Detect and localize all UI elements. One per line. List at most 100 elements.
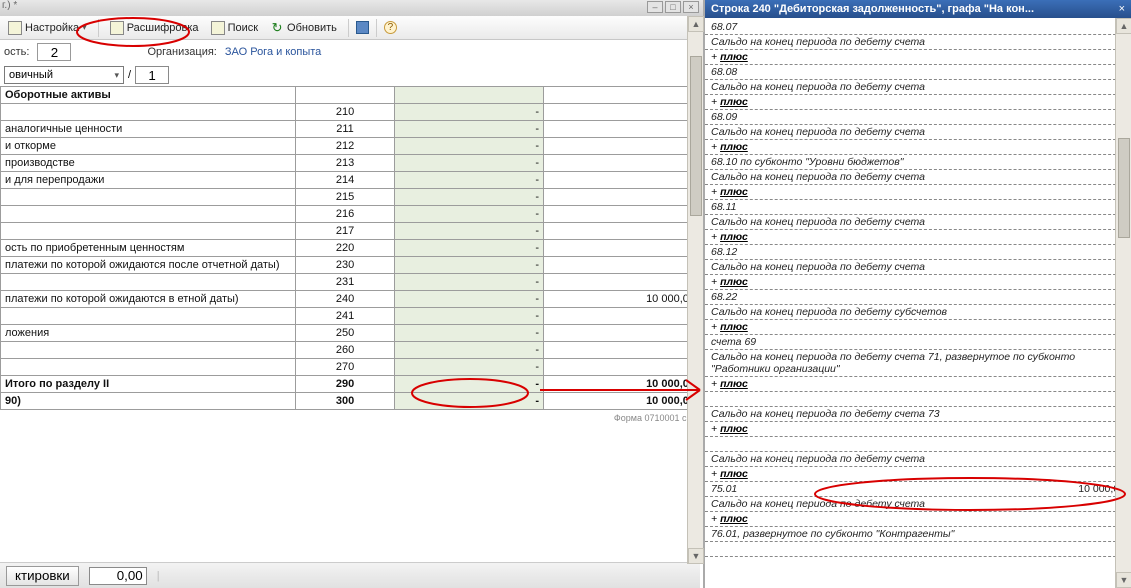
blue-tool-icon[interactable]: [356, 21, 369, 34]
row-value-1[interactable]: -: [395, 342, 544, 359]
toolbar-decode-label: Расшифровка: [127, 22, 199, 34]
row-value-2[interactable]: -: [544, 189, 700, 206]
row-value-1[interactable]: -: [395, 308, 544, 325]
org-link[interactable]: ЗАО Рога и копыта: [225, 46, 321, 58]
right-close-icon[interactable]: ×: [1119, 3, 1125, 15]
row-value-2[interactable]: -: [544, 121, 700, 138]
detail-list[interactable]: 68.070 Сальдо на конец периода по дебету …: [705, 18, 1131, 557]
table-row[interactable]: Итого по разделу II290-10 000,00: [1, 376, 700, 393]
settings-icon: [8, 21, 22, 35]
minimize-button[interactable]: –: [647, 1, 663, 13]
scroll-up-icon[interactable]: ▲: [1116, 18, 1131, 34]
row-value-1[interactable]: -: [395, 121, 544, 138]
account-row[interactable]: 68.070: [705, 20, 1131, 35]
table-row[interactable]: платежи по которой ожидаются в етной дат…: [1, 291, 700, 308]
row-value-2[interactable]: -: [544, 257, 700, 274]
table-row[interactable]: производстве213--: [1, 155, 700, 172]
row-value-1[interactable]: -: [395, 155, 544, 172]
row-value-2[interactable]: -: [544, 104, 700, 121]
table-row[interactable]: 90)300-10 000,00: [1, 393, 700, 410]
table-row[interactable]: ость по приобретенным ценностям220--: [1, 240, 700, 257]
table-row[interactable]: 231--: [1, 274, 700, 291]
row-name: и откорме: [1, 138, 296, 155]
scroll-thumb[interactable]: [1118, 138, 1130, 238]
row-value-2[interactable]: -: [544, 359, 700, 376]
row-name: [1, 189, 296, 206]
account-row[interactable]: 68.090: [705, 110, 1131, 125]
table-row[interactable]: 216--: [1, 206, 700, 223]
scroll-down-icon[interactable]: ▼: [1116, 572, 1131, 588]
plus-row: + плюс: [705, 50, 1131, 65]
toolbar-decode[interactable]: Расшифровка: [106, 19, 203, 37]
left-scrollbar[interactable]: ▲ ▼: [687, 16, 703, 564]
row-value-2[interactable]: -: [544, 155, 700, 172]
row-value-2[interactable]: -: [544, 274, 700, 291]
page-spin[interactable]: [135, 66, 169, 84]
desc-row: Сальдо на конец периода по дебету счета: [705, 260, 1131, 275]
table-row[interactable]: 210--: [1, 104, 700, 121]
table-row[interactable]: 215--: [1, 189, 700, 206]
period-combo[interactable]: овичный ▾: [4, 66, 124, 84]
bottom-value[interactable]: [89, 567, 147, 585]
desc-row: Сальдо на конец периода по дебету счета …: [705, 407, 1131, 422]
table-row[interactable]: и откорме212--: [1, 138, 700, 155]
edit-button[interactable]: ктировки: [6, 566, 79, 586]
row-value-2[interactable]: 10 000,00: [544, 393, 700, 410]
row-value-1[interactable]: -: [395, 359, 544, 376]
close-button[interactable]: ×: [683, 1, 699, 13]
account-row[interactable]: 68.120: [705, 245, 1131, 260]
right-scrollbar[interactable]: ▲ ▼: [1115, 18, 1131, 588]
row-value-1[interactable]: -: [395, 104, 544, 121]
account-row[interactable]: счета 690: [705, 335, 1131, 350]
row-value-1[interactable]: -: [395, 393, 544, 410]
table-row[interactable]: платежи по которой ожидаются после отчет…: [1, 257, 700, 274]
toolbar-search[interactable]: Поиск: [207, 19, 262, 37]
row-value-1[interactable]: -: [395, 172, 544, 189]
scroll-thumb[interactable]: [690, 56, 702, 216]
account-row[interactable]: 75.0110 000,00: [705, 482, 1131, 497]
row-value-2[interactable]: -: [544, 223, 700, 240]
row-value-2[interactable]: -: [544, 172, 700, 189]
toolbar-settings[interactable]: Настройка ▾: [4, 19, 91, 37]
table-row[interactable]: ложения250--: [1, 325, 700, 342]
row-value-2[interactable]: -: [544, 206, 700, 223]
row-value-2[interactable]: 10 000,00: [544, 376, 700, 393]
row-value-1[interactable]: -: [395, 325, 544, 342]
row-value-1[interactable]: -: [395, 376, 544, 393]
row-value-2[interactable]: 10 000,00: [544, 291, 700, 308]
scroll-up-icon[interactable]: ▲: [688, 16, 704, 32]
row-value-2[interactable]: -: [544, 138, 700, 155]
row-value-2[interactable]: -: [544, 308, 700, 325]
toolbar-refresh[interactable]: ↻ Обновить: [266, 19, 341, 37]
row-value-2[interactable]: -: [544, 342, 700, 359]
row-value-1[interactable]: -: [395, 206, 544, 223]
help-icon[interactable]: ?: [384, 21, 397, 34]
account-row[interactable]: 68.220: [705, 290, 1131, 305]
row-value-1[interactable]: -: [395, 291, 544, 308]
account-row[interactable]: 0: [705, 392, 1131, 407]
spreadsheet[interactable]: Оборотные активы 210--аналогичные ценнос…: [0, 86, 700, 566]
precision-input[interactable]: [37, 43, 71, 61]
account-row[interactable]: 76.01, развернутое по субконто "Контраге…: [705, 527, 1131, 542]
chevron-down-icon: ▾: [114, 70, 119, 81]
table-row[interactable]: 270--: [1, 359, 700, 376]
table-row[interactable]: 217--: [1, 223, 700, 240]
row-value-1[interactable]: -: [395, 240, 544, 257]
row-value-1[interactable]: -: [395, 189, 544, 206]
row-value-1[interactable]: -: [395, 257, 544, 274]
row-value-1[interactable]: -: [395, 138, 544, 155]
account-row[interactable]: 68.080: [705, 65, 1131, 80]
maximize-button[interactable]: □: [665, 1, 681, 13]
scroll-down-icon[interactable]: ▼: [688, 548, 704, 564]
row-value-2[interactable]: -: [544, 325, 700, 342]
row-value-1[interactable]: -: [395, 274, 544, 291]
table-row[interactable]: 241--: [1, 308, 700, 325]
table-row[interactable]: 260--: [1, 342, 700, 359]
table-row[interactable]: аналогичные ценности211--: [1, 121, 700, 138]
row-value-1[interactable]: -: [395, 223, 544, 240]
account-row[interactable]: 0: [705, 437, 1131, 452]
account-row[interactable]: 68.10 по субконто "Уровни бюджетов"0: [705, 155, 1131, 170]
account-row[interactable]: 68.110: [705, 200, 1131, 215]
table-row[interactable]: и для перепродажи214--: [1, 172, 700, 189]
row-value-2[interactable]: -: [544, 240, 700, 257]
